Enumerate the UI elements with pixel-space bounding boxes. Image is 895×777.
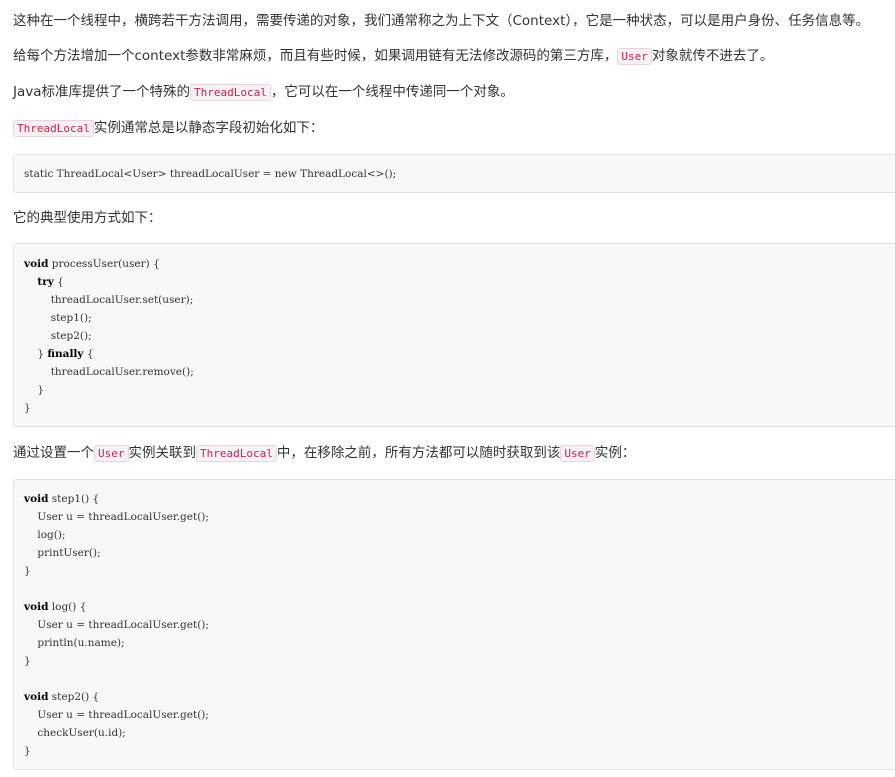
code-line: void log() { <box>24 598 895 616</box>
code-block-step-methods: void step1() { User u = threadLocalUser.… <box>13 479 895 770</box>
paragraph-threadlocal-intro: Java标准库提供了一个特殊的 ThreadLocal ，它可以在一个线程中传递同一… <box>13 81 514 104</box>
code-line: step1(); <box>24 312 92 324</box>
code-text: log() { <box>48 601 87 613</box>
code-line: static ThreadLocal<User> threadLocalUser… <box>24 168 397 180</box>
code-line: println(u.name); <box>24 637 125 649</box>
inline-code-threadlocal: ThreadLocal <box>190 84 271 101</box>
paragraph-text: 实例： <box>594 445 636 461</box>
code-line: step2(); <box>24 330 92 342</box>
code-line: threadLocalUser.remove(); <box>24 366 194 378</box>
code-keyword: void <box>24 258 49 270</box>
paragraph-text: ，它可以在一个线程中传递同一个对象。 <box>270 84 514 100</box>
paragraph-threadlocal-static: ThreadLocal 实例通常总是以静态字段初始化如下： <box>13 117 323 140</box>
paragraph-text: 对象就传不进去了。 <box>651 48 774 64</box>
paragraph-text: 通过设置一个 <box>13 445 94 461</box>
inline-code-threadlocal: ThreadLocal <box>196 445 277 462</box>
code-line: } <box>24 384 45 396</box>
code-line: } <box>24 745 31 757</box>
code-text: processUser(user) { <box>48 258 160 270</box>
code-text: step1() { <box>48 493 100 505</box>
paragraph-context-param: 给每个方法增加一个context参数非常麻烦，而且有些时候，如果调用链有无法修改… <box>13 45 773 68</box>
paragraph-text: Java标准库提供了一个特殊的 <box>13 84 191 100</box>
paragraph-text: 中，在移除之前，所有方法都可以随时获取到该 <box>276 445 561 461</box>
inline-code-threadlocal: ThreadLocal <box>13 120 94 137</box>
code-line: } <box>24 655 31 667</box>
code-text: } <box>24 348 48 360</box>
code-line: } finally { <box>24 345 895 363</box>
code-line: User u = threadLocalUser.get(); <box>24 709 209 721</box>
code-keyword: try <box>37 276 54 288</box>
code-text: step2() { <box>48 691 100 703</box>
paragraph-user-access: 通过设置一个 User 实例关联到 ThreadLocal 中，在移除之前，所有方法都可… <box>13 442 635 465</box>
inline-code-user: User <box>94 445 129 462</box>
paragraph-context-intro: 这种在一个线程中，横跨若干方法调用，需要传递的对象，我们通常称之为上下文（Con… <box>13 13 870 29</box>
inline-code-user: User <box>617 48 652 65</box>
code-text: { <box>83 348 94 360</box>
code-keyword: void <box>24 493 49 505</box>
code-block-process-user: void processUser(user) { try { threadLoc… <box>13 243 895 427</box>
paragraph-text: 实例关联到 <box>128 445 197 461</box>
code-line: printUser(); <box>24 547 101 559</box>
code-line: try { <box>24 273 895 291</box>
code-line: void step2() { <box>24 688 895 706</box>
paragraph-text: 实例通常总是以静态字段初始化如下： <box>93 120 324 136</box>
code-keyword: void <box>24 691 49 703</box>
paragraph-usage-intro: 它的典型使用方式如下： <box>13 210 162 226</box>
code-line: void processUser(user) { <box>24 255 895 273</box>
code-keyword: void <box>24 601 49 613</box>
code-line: } <box>24 402 31 414</box>
code-line: threadLocalUser.set(user); <box>24 294 194 306</box>
code-line: User u = threadLocalUser.get(); <box>24 511 209 523</box>
code-line: void step1() { <box>24 490 895 508</box>
code-block-declaration: static ThreadLocal<User> threadLocalUser… <box>13 154 895 193</box>
code-line: checkUser(u.id); <box>24 727 126 739</box>
code-line: User u = threadLocalUser.get(); <box>24 619 209 631</box>
code-keyword: finally <box>47 348 84 360</box>
code-line: } <box>24 565 31 577</box>
code-text: { <box>53 276 64 288</box>
inline-code-user: User <box>560 445 595 462</box>
code-line: log(); <box>24 529 66 541</box>
paragraph-text: 给每个方法增加一个context参数非常麻烦，而且有些时候，如果调用链有无法修改… <box>13 48 618 64</box>
